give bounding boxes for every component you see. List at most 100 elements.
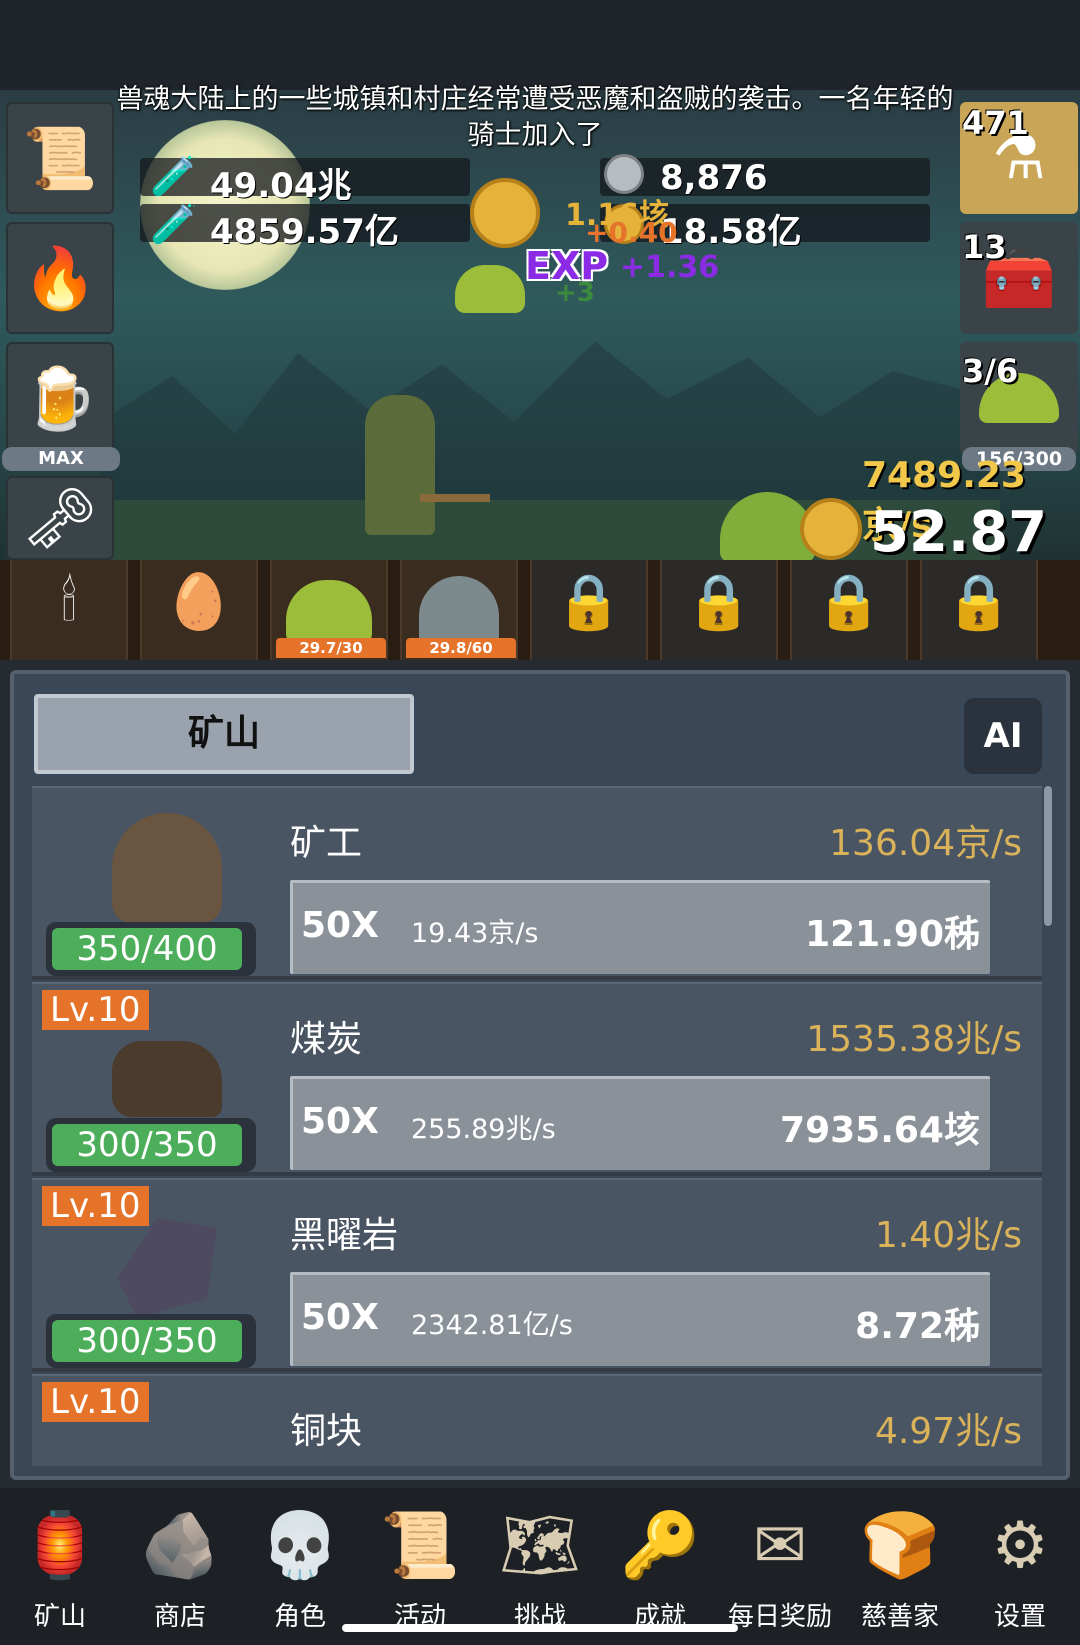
lantern-icon: 🏮 [20,1509,100,1583]
scrollbar[interactable] [1044,786,1052,926]
hero-character [365,395,435,535]
story-text: 兽魂大陆上的一些城镇和村庄经常遭受恶魔和盗贼的袭击。一名年轻的骑士加入了 [116,84,954,151]
silver-coin-icon [604,154,644,194]
capacity-bar: 300/350 [46,1314,256,1368]
resource-rate: 1.40兆/s [874,1215,1022,1256]
key-tool-button[interactable]: 🗝 [6,476,114,560]
upgrade-button[interactable]: 50X 19.43京/s 121.90秭 [290,880,990,974]
bottom-nav: 🏮 矿山 🪨 商店 💀 角色 📜 活动 🗺 挑战 🔑 成就 ✉ 每日奖励 🍞 慈善家 ⚙ 设置 [0,1488,1080,1645]
upgrade-button[interactable]: 50X 2342.81亿/s 8.72秭 [290,1272,990,1366]
capacity-text: 300/350 [52,1320,242,1362]
ghost-icon [419,576,499,646]
mine-panel: 矿山 AI 350/400 矿工 136.04京/s 50X 19.43京/s … [10,670,1070,1480]
damage-text: 52.87垓 [870,500,1048,560]
torch-tool-button[interactable]: 🔥 [6,222,114,334]
hero-weapon [420,494,490,502]
game-scene[interactable]: 兽魂大陆上的一些城镇和村庄经常遭受恶魔和盗贼的袭击。一名年轻的骑士加入了 🧪 4… [0,0,1080,560]
nav-events[interactable]: 📜 活动 [365,1496,475,1645]
miner-icon [102,808,232,928]
mine-list[interactable]: 350/400 矿工 136.04京/s 50X 19.43京/s 121.90… [32,786,1052,1466]
nav-challenge[interactable]: 🗺 挑战 [485,1496,595,1645]
nav-philanthropist[interactable]: 🍞 慈善家 [845,1496,955,1645]
floating-gain-3: +3 [555,278,595,308]
resource-rate: 136.04京/s [829,823,1022,864]
max-badge: MAX [2,447,120,471]
skill-slot-bar: 🕯 🥚 29.7/30 29.8/60 🔒 🔒 🔒 🔒 [0,560,1080,660]
gear-icon: ⚙ [991,1509,1049,1583]
capacity-bar: 350/400 [46,922,256,976]
gold-coin-drop-icon [470,178,540,248]
nav-achievements[interactable]: 🔑 成就 [605,1496,715,1645]
map-icon: 🗺 [499,1509,581,1583]
gold-coin-amount: 18.58亿 [660,212,802,252]
nav-settings[interactable]: ⚙ 设置 [965,1496,1075,1645]
slime-wave-count: 3/6 [962,352,1019,390]
multiplier: 50X [301,1297,379,1338]
resource-name: 铜块 [290,1411,363,1452]
panel-tab-title[interactable]: 矿山 [34,694,414,774]
bread-icon: 🍞 [860,1509,940,1583]
nav-character[interactable]: 💀 角色 [245,1496,355,1645]
upgrade-rate: 19.43京/s [411,918,539,949]
list-item: 350/400 矿工 136.04京/s 50X 19.43京/s 121.90… [32,786,1042,980]
resource-rate: 4.97兆/s [874,1411,1022,1452]
key-icon: 🗝 [21,483,99,554]
lock-icon: 🔒 [945,570,1013,633]
coal-icon [102,1004,232,1124]
nav-daily-rewards[interactable]: ✉ 每日奖励 [725,1496,835,1645]
resource-name: 矿工 [290,823,363,864]
resource-name: 黑曜岩 [290,1215,399,1256]
slot-locked[interactable]: 🔒 [660,560,778,660]
torch-icon: 🔥 [22,243,98,314]
key-icon: 🔑 [620,1509,700,1583]
list-item: Lv.10 300/350 黑曜岩 1.40兆/s 50X 2342.81亿/s… [32,1178,1042,1372]
obsidian-icon [102,1200,232,1320]
list-item: Lv.10 300/350 煤炭 1535.38兆/s 50X 255.89兆/… [32,982,1042,1176]
capacity-text: 350/400 [52,928,242,970]
upgrade-cost: 121.90秭 [805,914,980,955]
copper-icon [102,1396,232,1466]
coin-icon [800,498,862,560]
slot-candle[interactable]: 🕯 [10,560,128,660]
resource-rate: 1535.38兆/s [806,1019,1022,1060]
beer-mug-icon: 🍺 [22,363,98,434]
egg-icon: 🥚 [165,570,233,633]
slot-egg[interactable]: 🥚 [140,560,258,660]
lock-icon: 🔒 [555,570,623,633]
nav-shop[interactable]: 🪨 商店 [125,1496,235,1645]
list-item: Lv.10 铜块 4.97兆/s [32,1374,1042,1466]
nav-mine[interactable]: 🏮 矿山 [5,1496,115,1645]
exp-gain: +1.36 [620,250,720,285]
scroll-icon: 📜 [380,1509,460,1583]
home-indicator[interactable] [342,1624,738,1632]
ai-button[interactable]: AI [964,698,1042,774]
lock-icon: 🔒 [685,570,753,633]
green-potion-icon: 🧪 [150,202,198,246]
beer-tool-button[interactable]: 🍺 [6,342,114,454]
slot-locked[interactable]: 🔒 [790,560,908,660]
stone-icon: 🪨 [140,1509,220,1583]
slot-ghost[interactable]: 29.8/60 [400,560,518,660]
blue-potion-amount: 49.04兆 [210,166,352,206]
scroll-tool-button[interactable]: 📜 [6,102,114,214]
chest-count: 13 [962,228,1007,266]
candle-icon: 🕯 [61,570,77,633]
slot-locked[interactable]: 🔒 [920,560,1038,660]
upgrade-cost: 8.72秭 [855,1306,980,1347]
lock-icon: 🔒 [815,570,883,633]
blue-potion-icon: 🧪 [150,154,198,198]
capacity-bar: 300/350 [46,1118,256,1172]
slot-slime[interactable]: 29.7/30 [270,560,388,660]
green-potion-amount: 4859.57亿 [210,212,399,252]
upgrade-rate: 255.89兆/s [411,1114,556,1145]
slot-count: 29.7/30 [276,638,386,658]
scroll-icon: 📜 [22,123,98,194]
multiplier: 50X [301,905,379,946]
upgrade-rate: 2342.81亿/s [411,1310,573,1341]
slot-locked[interactable]: 🔒 [530,560,648,660]
upgrade-button[interactable]: 50X 255.89兆/s 7935.64垓 [290,1076,990,1170]
slot-count: 29.8/60 [406,638,516,658]
envelope-icon: ✉ [753,1509,807,1583]
capacity-text: 300/350 [52,1124,242,1166]
multiplier: 50X [301,1101,379,1142]
